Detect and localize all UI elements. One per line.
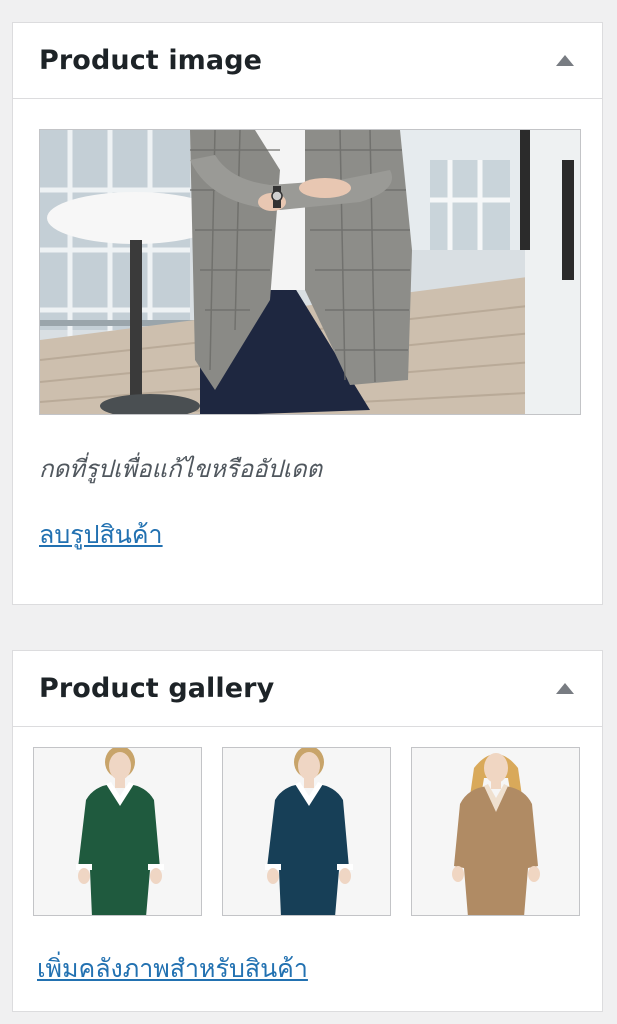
product-image-box: Product image กดที่รูปเพื่อแก้ไขหรืออัปเ…	[12, 22, 603, 605]
image-edit-hint: กดที่รูปเพื่อแก้ไขหรืออัปเดต	[39, 455, 323, 483]
product-image-header[interactable]: Product image	[13, 23, 602, 99]
collapse-toggle-icon[interactable]	[556, 683, 574, 694]
product-gallery-title: Product gallery	[39, 673, 275, 704]
gallery-thumbnail[interactable]	[33, 747, 202, 916]
product-feature-image[interactable]	[39, 129, 581, 415]
remove-product-image-link[interactable]: ลบรูปสินค้า	[39, 515, 163, 555]
gallery-thumbnail[interactable]	[222, 747, 391, 916]
add-gallery-images-link[interactable]: เพิ่มคลังภาพสำหรับสินค้า	[37, 949, 308, 989]
gallery-thumbnail[interactable]	[411, 747, 580, 916]
product-gallery-header[interactable]: Product gallery	[13, 651, 602, 727]
product-image-title: Product image	[39, 45, 263, 76]
collapse-toggle-icon[interactable]	[556, 55, 574, 66]
product-gallery-box: Product gallery เพิ่มคลังภาพสำหรับสินค้า	[12, 650, 603, 1012]
